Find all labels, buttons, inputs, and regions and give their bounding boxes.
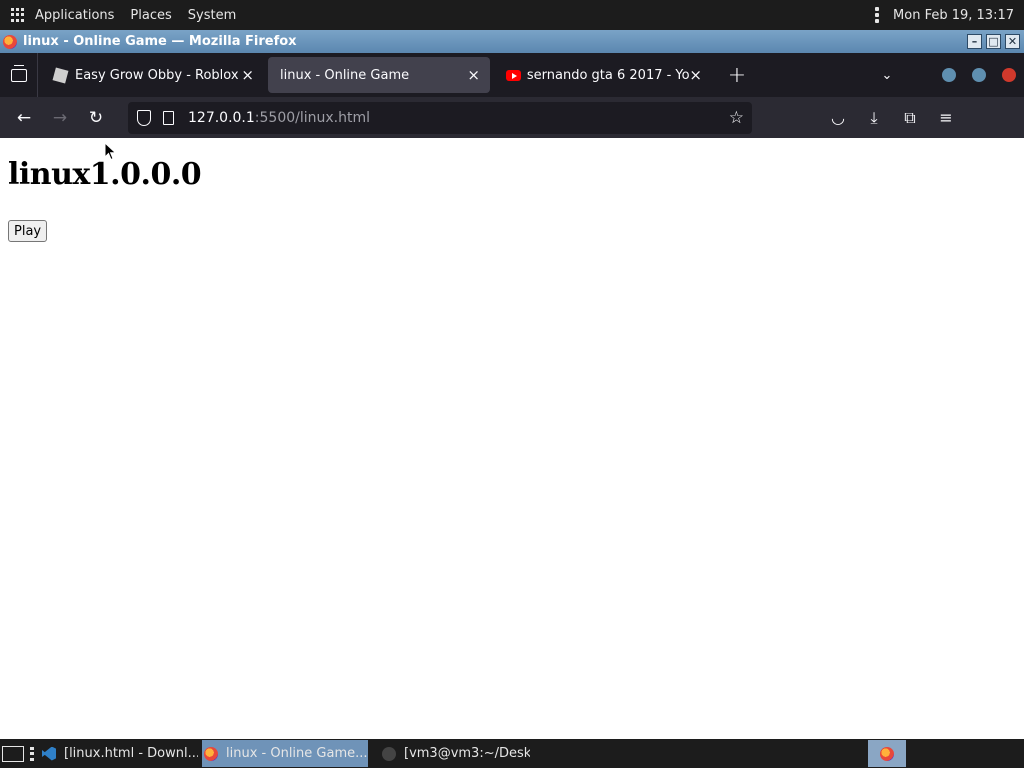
firefox-icon <box>3 34 17 49</box>
taskbar-item-firefox[interactable]: linux - Online Game... <box>202 740 368 767</box>
apps-grid-icon[interactable] <box>11 8 25 22</box>
new-tab-button[interactable]: + <box>722 63 752 88</box>
tab-close-icon[interactable]: × <box>689 66 702 84</box>
play-button[interactable]: Play <box>8 220 48 242</box>
reload-button[interactable]: ↻ <box>78 102 114 134</box>
show-desktop-icon[interactable] <box>2 745 24 762</box>
page-heading: linux1.0.0.0 <box>8 157 202 192</box>
terminal-icon <box>382 746 396 761</box>
kebab-menu-icon[interactable] <box>875 7 880 23</box>
places-menu[interactable]: Places <box>130 8 171 23</box>
window-titlebar[interactable]: linux - Online Game — Mozilla Firefox – … <box>0 30 1024 53</box>
firefox-view-icon <box>10 64 27 82</box>
firefox-icon <box>204 746 218 761</box>
applications-menu[interactable]: Applications <box>35 8 114 23</box>
firefox-icon <box>880 746 894 761</box>
status-dot-icon <box>1002 68 1016 82</box>
vscode-icon <box>42 746 56 761</box>
url-bar[interactable]: 127.0.0.1 :5500/linux.html ☆ <box>128 101 752 134</box>
tab-label: linux - Online Game <box>280 67 410 83</box>
tab-linux-online-game[interactable]: linux - Online Game × <box>268 57 490 93</box>
clock[interactable]: Mon Feb 19, 13:17 <box>893 8 1014 23</box>
downloads-icon[interactable]: ⤓ <box>856 108 892 128</box>
minimize-button[interactable]: – <box>967 34 982 49</box>
shield-icon[interactable] <box>137 109 151 126</box>
taskbar: [linux.html - Downl... linux - Online Ga… <box>0 739 1024 768</box>
forward-button[interactable]: → <box>42 102 78 134</box>
pocket-icon[interactable]: ◡ <box>820 108 856 128</box>
window-title: linux - Online Game — Mozilla Firefox <box>23 34 297 49</box>
system-menu[interactable]: System <box>188 8 236 23</box>
status-dot-icon <box>942 68 956 82</box>
url-host[interactable]: 127.0.0.1 <box>188 110 255 126</box>
list-all-tabs-button[interactable]: ⌄ <box>872 68 902 83</box>
taskbar-item-label: [linux.html - Downl... <box>64 746 198 761</box>
tab-label: sernando gta 6 2017 - YouTube <box>526 67 690 83</box>
url-path[interactable]: :5500/linux.html <box>255 110 370 126</box>
taskbar-item-vscode[interactable]: [linux.html - Downl... <box>40 740 198 767</box>
grip-icon <box>30 746 34 761</box>
extensions-icon[interactable]: ⧉ <box>892 108 928 128</box>
youtube-icon <box>506 69 521 81</box>
taskbar-item-label: linux - Online Game... <box>226 746 368 761</box>
maximize-button[interactable]: □ <box>986 34 1001 49</box>
taskbar-item-terminal[interactable]: [vm3@vm3:~/Deskt... <box>380 740 530 767</box>
tab-close-icon[interactable]: × <box>241 66 254 84</box>
roblox-icon <box>52 67 69 83</box>
hamburger-menu-icon[interactable]: ≡ <box>928 108 964 128</box>
back-button[interactable]: ← <box>6 102 42 134</box>
tab-close-icon[interactable]: × <box>467 66 480 84</box>
page-icon[interactable] <box>163 110 174 125</box>
navigation-toolbar: ← → ↻ 127.0.0.1 :5500/linux.html ☆ ◡ ⤓ ⧉… <box>0 97 1024 138</box>
tab-youtube[interactable]: sernando gta 6 2017 - YouTube × <box>494 57 712 93</box>
tab-label: Easy Grow Obby - Roblox <box>75 67 239 83</box>
taskbar-item-label: [vm3@vm3:~/Deskt... <box>404 746 530 761</box>
tab-roblox[interactable]: Easy Grow Obby - Roblox × <box>42 57 264 93</box>
page-content: linux1.0.0.0 Play <box>0 138 1024 739</box>
status-dot-icon <box>972 68 986 82</box>
firefox-view-button[interactable] <box>0 53 38 97</box>
tab-strip: Easy Grow Obby - Roblox × linux - Online… <box>0 53 1024 97</box>
top-panel: Applications Places System Mon Feb 19, 1… <box>0 0 1024 30</box>
close-window-button[interactable]: ✕ <box>1005 34 1020 49</box>
tray-firefox-button[interactable] <box>868 740 906 767</box>
bookmark-star-icon[interactable]: ☆ <box>729 108 744 128</box>
